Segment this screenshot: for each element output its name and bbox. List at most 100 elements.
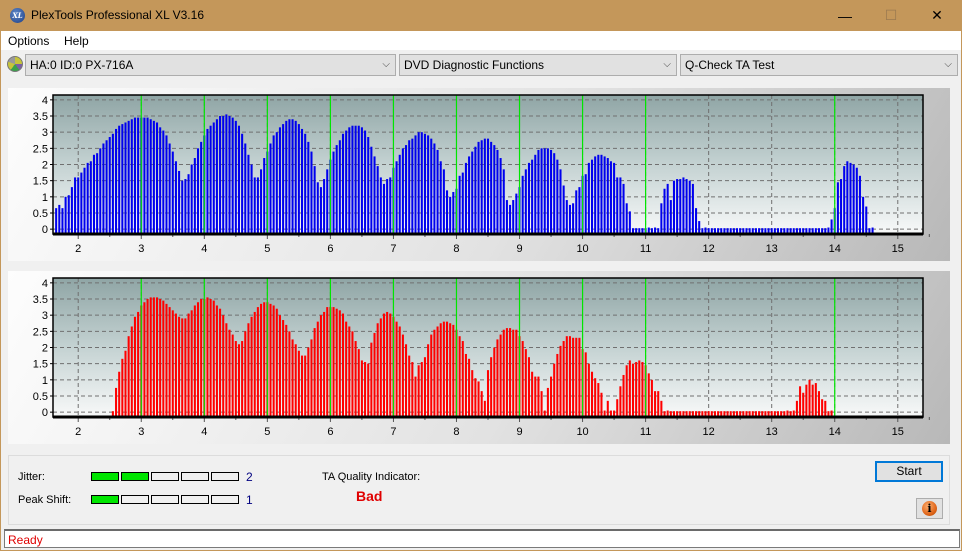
minimize-button[interactable]: — [822,0,868,31]
bar [606,400,609,417]
bar [534,376,537,417]
bar [149,119,152,234]
menu-help[interactable]: Help [64,34,89,48]
bar [379,177,382,234]
bar [464,353,467,417]
bar [468,358,471,417]
info-icon: i [922,501,937,516]
x-tick-label: 2 [75,426,81,438]
bar [341,133,345,234]
bar [83,167,86,234]
bar [565,336,568,417]
function-select[interactable]: DVD Diagnostic Functions ⌵ [399,54,677,76]
test-select[interactable]: Q-Check TA Test ⌵ [680,54,958,76]
peak-shift-meter [91,495,239,504]
bar [212,300,215,417]
y-tick-label: 1 [42,375,48,387]
bar [143,302,146,417]
bar [364,362,367,417]
bar [398,326,401,417]
function-select-value: DVD Diagnostic Functions [404,58,545,72]
x-tick-label: 10 [576,426,588,438]
bar [638,360,641,417]
bar [74,177,77,234]
bar [445,190,449,234]
bar [181,180,184,234]
bar [155,297,159,417]
bar [219,308,222,417]
bar [531,159,534,234]
start-button[interactable]: Start [875,461,943,482]
bar [253,177,256,234]
bar [587,162,590,234]
bar [326,307,329,417]
bar [480,391,483,417]
bar [360,360,363,417]
bar [256,307,259,417]
bar [159,127,162,234]
bar [865,206,868,234]
jitter-meter-segment [151,472,179,481]
bar [550,376,553,417]
bar [307,347,310,417]
bar [395,161,398,234]
jitter-meter-segment [91,472,119,481]
bar [171,151,174,234]
bar [181,318,184,417]
y-tick-label: 0.5 [33,391,48,403]
bar [512,200,515,234]
menu-options[interactable]: Options [8,34,49,48]
ta-quality-value: Bad [356,488,383,504]
close-icon: ✕ [931,7,943,23]
bar [386,311,389,417]
bar [395,321,398,417]
bar [521,175,524,234]
x-tick-label: 15 [892,243,904,255]
bar [323,179,326,234]
bar [278,127,281,234]
bar [323,311,326,417]
bar [288,119,291,234]
bar [89,161,92,234]
bar [196,302,200,417]
bottom-chart-panel: 0 0.5 1 1.5 2 2.5 3 3.5 4 2 3 4 5 6 7 8 9 10 11 12 13 14 15 [8,271,950,444]
app-logo-icon: XL [10,8,25,23]
bar [260,303,263,417]
bar [862,196,865,234]
x-tick-label: 7 [390,243,396,255]
bar [382,313,386,417]
x-tick-label: 8 [453,426,459,438]
bar [817,391,821,417]
x-tick-label: 5 [264,243,270,255]
y-tick-label: 4 [42,278,48,290]
bar [225,114,228,234]
bar [341,313,345,417]
bar [490,357,493,417]
bar [846,161,849,234]
bar [389,313,392,417]
bar [174,313,177,417]
bar [209,299,212,417]
bar [234,120,237,234]
bar [824,400,827,417]
bar [698,221,701,234]
bar [398,154,401,234]
maximize-button[interactable]: ☐ [868,0,914,31]
bar [628,211,631,234]
info-button[interactable]: i [916,498,943,519]
bar [300,128,304,234]
jitter-value: 2 [246,470,253,484]
bar [666,183,669,234]
bar [436,326,439,417]
bar [562,185,565,234]
close-button[interactable]: ✕ [914,0,960,31]
bar [86,162,89,234]
bar [278,315,281,417]
bar [474,378,477,417]
bar [152,120,155,234]
bar [332,307,335,417]
drive-select[interactable]: HA:0 ID:0 PX-716A ⌵ [25,54,396,76]
bar [231,117,234,234]
bar [297,124,300,234]
peak-shift-meter-segment [181,495,209,504]
